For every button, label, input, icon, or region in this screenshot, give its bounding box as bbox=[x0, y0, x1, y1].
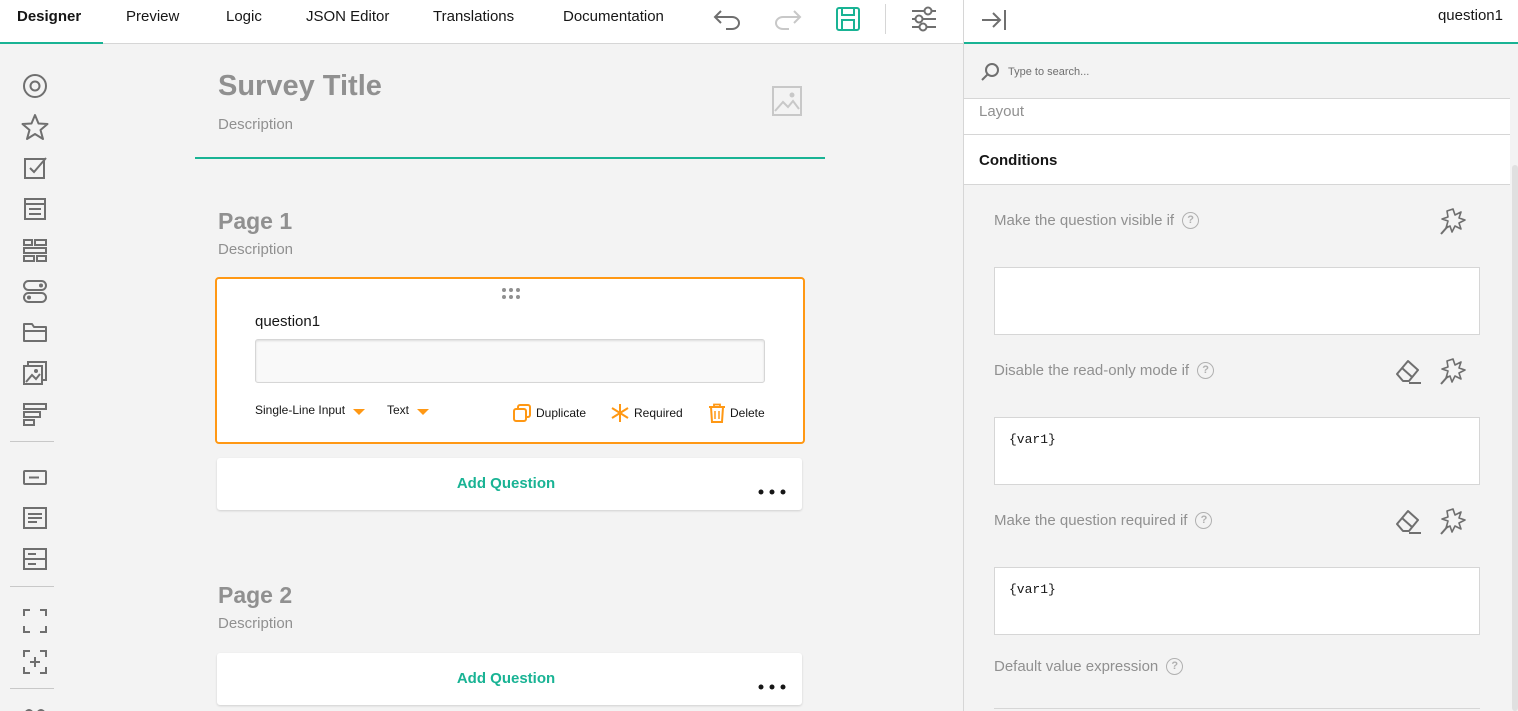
tab-designer[interactable]: Designer bbox=[17, 0, 81, 44]
visible-if-expression[interactable] bbox=[994, 267, 1480, 335]
property-grid-panel: question1 Layout Conditions Make the que… bbox=[963, 0, 1518, 711]
ranking-icon[interactable] bbox=[19, 398, 51, 430]
asterisk-icon bbox=[611, 404, 629, 422]
boolean-toggle-icon[interactable] bbox=[19, 275, 51, 307]
magic-wand-icon[interactable] bbox=[1437, 355, 1469, 387]
survey-description[interactable]: Description bbox=[218, 116, 293, 133]
dynamic-panel-icon[interactable] bbox=[19, 646, 51, 678]
chevron-down-icon bbox=[353, 408, 366, 415]
search-icon bbox=[980, 62, 1000, 82]
help-icon[interactable]: ? bbox=[1197, 362, 1215, 379]
visible-if-label: Make the question visible if ? bbox=[994, 212, 1200, 229]
undo-icon[interactable] bbox=[712, 4, 742, 34]
enable-if-expression[interactable] bbox=[994, 417, 1480, 485]
property-search bbox=[964, 46, 1510, 99]
redo-icon[interactable] bbox=[773, 4, 803, 34]
selected-object-name[interactable]: question1 bbox=[1438, 7, 1503, 24]
logo-placeholder-icon[interactable] bbox=[771, 85, 803, 117]
question-toolbox bbox=[0, 45, 70, 711]
required-if-expression[interactable] bbox=[994, 567, 1480, 635]
more-options-icon[interactable] bbox=[758, 677, 786, 690]
survey-header-divider bbox=[195, 157, 825, 159]
page-2-add-question: Add Question bbox=[217, 653, 802, 705]
magic-wand-icon[interactable] bbox=[1437, 205, 1469, 237]
selected-question-card[interactable]: question1 Single-Line Input Text Duplica… bbox=[215, 277, 805, 444]
duplicate-label: Duplicate bbox=[536, 406, 587, 420]
dropdown-icon[interactable] bbox=[19, 193, 51, 225]
magic-wand-icon[interactable] bbox=[1437, 505, 1469, 537]
multiple-text-icon[interactable] bbox=[19, 543, 51, 575]
delete-label: Delete bbox=[730, 406, 765, 420]
question-type-label: Single-Line Input bbox=[255, 403, 346, 417]
tab-translations[interactable]: Translations bbox=[433, 0, 514, 44]
required-if-label: Make the question required if ? bbox=[994, 512, 1213, 529]
required-toggle[interactable]: Required bbox=[610, 403, 683, 423]
enable-if-label: Disable the read-only mode if ? bbox=[994, 362, 1215, 379]
duplicate-button[interactable]: Duplicate bbox=[512, 403, 586, 423]
collapse-panel-icon[interactable] bbox=[978, 5, 1010, 35]
page-2-description[interactable]: Description bbox=[218, 615, 293, 632]
toolbar-divider bbox=[885, 4, 886, 34]
chevron-down-icon bbox=[417, 408, 430, 415]
add-question-button[interactable]: Add Question bbox=[217, 458, 795, 510]
help-icon[interactable]: ? bbox=[1166, 658, 1184, 675]
search-input[interactable] bbox=[1008, 62, 1488, 82]
comment-icon[interactable] bbox=[19, 502, 51, 534]
visible-if-text: Make the question visible if bbox=[994, 212, 1175, 229]
panel-icon[interactable] bbox=[19, 605, 51, 637]
text-input-icon[interactable] bbox=[19, 461, 51, 493]
rating-star-icon[interactable] bbox=[19, 111, 51, 143]
conditions-section-header[interactable]: Conditions bbox=[964, 135, 1510, 185]
toolbox-divider bbox=[10, 688, 54, 689]
top-toolbar: Designer Preview Logic JSON Editor Trans… bbox=[0, 0, 963, 44]
required-if-text: Make the question required if bbox=[994, 512, 1188, 529]
property-panel-header: question1 bbox=[964, 0, 1518, 44]
tab-preview[interactable]: Preview bbox=[126, 0, 179, 44]
layout-section-header[interactable]: Layout bbox=[964, 99, 1510, 135]
eraser-icon[interactable] bbox=[1392, 505, 1424, 537]
trash-icon bbox=[709, 403, 725, 423]
tab-json-editor[interactable]: JSON Editor bbox=[306, 0, 389, 44]
toolbox-divider bbox=[10, 586, 54, 587]
file-folder-icon[interactable] bbox=[19, 316, 51, 348]
drag-handle-icon[interactable] bbox=[500, 287, 522, 301]
default-value-expression-text: Default value expression bbox=[994, 658, 1159, 675]
conditions-section-label: Conditions bbox=[979, 152, 1058, 169]
tagbox-icon[interactable] bbox=[19, 234, 51, 266]
more-options-icon[interactable] bbox=[758, 482, 786, 495]
help-icon[interactable]: ? bbox=[1182, 212, 1200, 229]
settings-icon[interactable] bbox=[909, 4, 939, 34]
image-picker-icon[interactable] bbox=[19, 357, 51, 389]
survey-title[interactable]: Survey Title bbox=[218, 70, 382, 103]
eraser-icon[interactable] bbox=[1392, 355, 1424, 387]
save-icon[interactable] bbox=[833, 4, 863, 34]
page-1-description[interactable]: Description bbox=[218, 241, 293, 258]
required-label: Required bbox=[634, 406, 683, 420]
add-question-button[interactable]: Add Question bbox=[217, 653, 795, 705]
input-type-label: Text bbox=[387, 403, 410, 417]
page-2-title[interactable]: Page 2 bbox=[218, 582, 292, 609]
question-type-dropdown[interactable]: Single-Line Input bbox=[255, 403, 366, 417]
page-1-add-question: Add Question bbox=[217, 458, 802, 510]
radiogroup-icon[interactable] bbox=[19, 70, 51, 102]
toolbox-divider bbox=[10, 441, 54, 442]
input-type-dropdown[interactable]: Text bbox=[387, 403, 430, 417]
enable-if-text: Disable the read-only mode if bbox=[994, 362, 1190, 379]
matrix-icon[interactable] bbox=[19, 698, 51, 711]
panel-scrollbar[interactable] bbox=[1511, 165, 1518, 711]
help-icon[interactable]: ? bbox=[1195, 512, 1213, 529]
layout-section-label: Layout bbox=[979, 103, 1025, 120]
tab-documentation[interactable]: Documentation bbox=[563, 0, 664, 44]
tab-logic[interactable]: Logic bbox=[226, 0, 262, 44]
page-1-title[interactable]: Page 1 bbox=[218, 208, 292, 235]
question-title[interactable]: question1 bbox=[255, 313, 320, 330]
default-value-expression-label: Default value expression ? bbox=[994, 658, 1184, 675]
delete-button[interactable]: Delete bbox=[708, 403, 765, 423]
duplicate-icon bbox=[513, 404, 531, 422]
checkbox-icon[interactable] bbox=[19, 152, 51, 184]
active-tab-indicator bbox=[0, 42, 103, 44]
question-text-input[interactable] bbox=[255, 339, 765, 383]
